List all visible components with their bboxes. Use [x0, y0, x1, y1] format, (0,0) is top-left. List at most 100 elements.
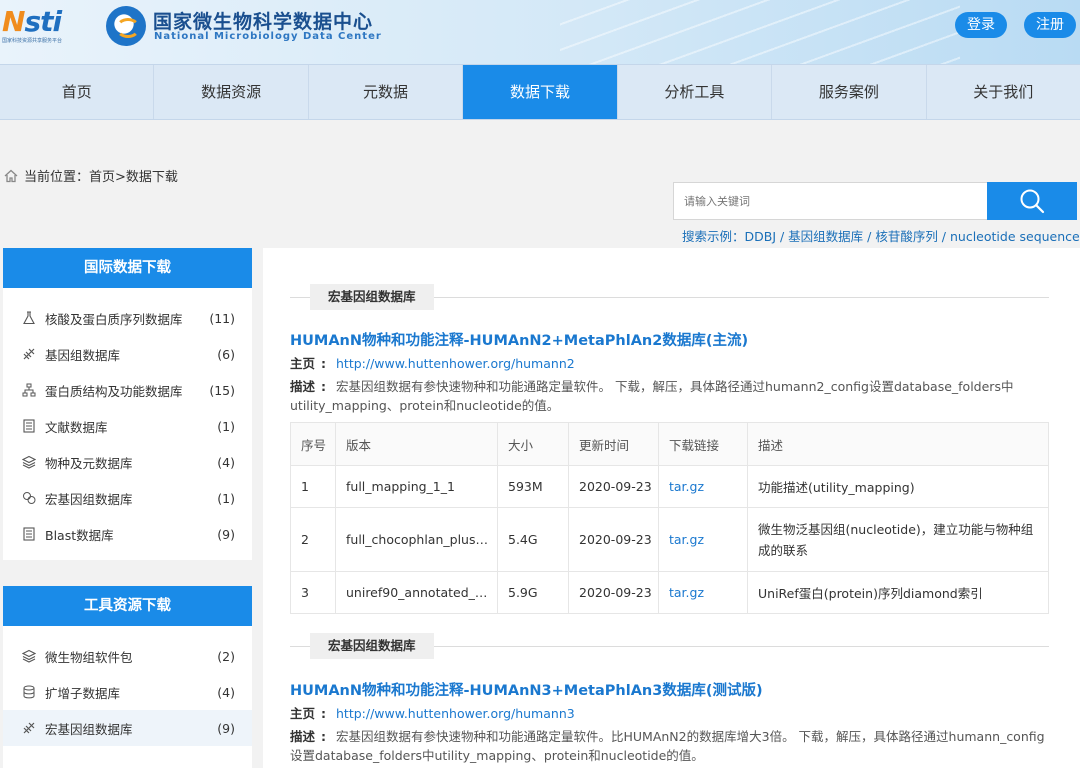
sidebar-item-blast[interactable]: Blast数据库 (9): [3, 516, 252, 552]
sidebar-item-genome[interactable]: 基因组数据库 (6): [3, 336, 252, 372]
nsti-logo-text: Nsti: [2, 5, 62, 38]
nav-item-data-resources[interactable]: 数据资源: [154, 65, 309, 119]
section-tag: 宏基因组数据库: [310, 633, 434, 659]
description-label: 描述: [290, 379, 316, 394]
sidebar-item-label: 物种及元数据库: [45, 455, 133, 471]
description-row: 描述: 宏基因组数据有参快速物种和功能通路定量软件。比HUMAnN2的数据库增大…: [290, 729, 1045, 763]
homepage-link[interactable]: http://www.huttenhower.org/humann3: [336, 706, 575, 721]
sidebar-item-label: 蛋白质结构及功能数据库: [45, 383, 183, 399]
sidebar-item-amplicon[interactable]: 扩增子数据库 (4): [3, 674, 252, 710]
search-examples[interactable]: 搜索示例：DDBJ / 基因组数据库 / 核苷酸序列 / nucleotide …: [682, 226, 1080, 245]
sidebar-item-count: (1): [217, 418, 235, 434]
intl-download-title: 国际数据下载: [3, 248, 252, 288]
sidebar-item-metagenome-tools[interactable]: 宏基因组数据库 (9): [3, 710, 252, 746]
search-input[interactable]: [673, 182, 987, 220]
intl-download-panel: 国际数据下载 核酸及蛋白质序列数据库 (11) 基因组数据库 (6) 蛋白质结构…: [3, 248, 252, 560]
register-button[interactable]: 注册: [1024, 12, 1076, 38]
cell-version: full_chocophlan_plus_rfam_v0.1.1.tar.gz: [346, 532, 494, 547]
site-name-en: National Microbiology Data Center: [154, 31, 382, 42]
search-icon: [1020, 189, 1045, 214]
login-button[interactable]: 登录: [955, 12, 1007, 38]
dna-icon: [21, 720, 37, 736]
tools-download-panel: 工具资源下载 微生物组软件包 (2) 扩增子数据库 (4) 宏基因组数据库 (9…: [3, 586, 252, 768]
cell-version: uniref90_annotated_1_1.tar.gz: [346, 585, 494, 600]
cell-size: 593M: [497, 465, 569, 508]
nav-item-data-download[interactable]: 数据下载: [463, 65, 618, 119]
breadcrumb: 当前位置：首页>数据下载: [4, 166, 178, 185]
description-label: 描述: [290, 729, 316, 744]
search-button[interactable]: [987, 182, 1077, 220]
main-content: 宏基因组数据库 HUMAnN物种和功能注释-HUMAnN2+MetaPhlAn2…: [263, 248, 1080, 768]
sidebar-item-label: 文献数据库: [45, 419, 108, 435]
cell-size: 5.4G: [497, 507, 569, 572]
col-updated: 更新时间: [568, 422, 659, 466]
table-header-row: 序号 版本 大小 更新时间 下载链接 描述: [290, 422, 1049, 466]
database-icon: [21, 684, 37, 700]
nsti-logo[interactable]: Nsti 国家科技资源共享服务平台: [2, 6, 86, 50]
sidebar-item-count: (9): [217, 526, 235, 542]
download-link[interactable]: tar.gz: [669, 532, 704, 547]
nsti-logo-subtitle: 国家科技资源共享服务平台: [2, 38, 63, 44]
col-description: 描述: [747, 422, 1049, 466]
sidebar-item-literature[interactable]: 文献数据库 (1): [3, 408, 252, 444]
download-link[interactable]: tar.gz: [669, 585, 704, 600]
col-index: 序号: [290, 422, 336, 466]
homepage-link[interactable]: http://www.huttenhower.org/humann2: [336, 356, 575, 371]
homepage-label: 主页: [290, 356, 316, 371]
dataset-title[interactable]: HUMAnN物种和功能注释-HUMAnN3+MetaPhlAn3数据库(测试版): [290, 679, 763, 700]
cell-size: 5.9G: [497, 571, 569, 614]
cell-index: 1: [290, 465, 336, 508]
cell-updated: 2020-09-23: [568, 571, 659, 614]
nav-item-service-cases[interactable]: 服务案例: [772, 65, 927, 119]
cell-updated: 2020-09-23: [568, 507, 659, 572]
sidebar-item-label: 宏基因组数据库: [45, 491, 133, 507]
structure-icon: [21, 382, 37, 398]
nmdc-logo-icon[interactable]: [106, 6, 146, 46]
sidebar-item-label: 核酸及蛋白质序列数据库: [45, 311, 183, 327]
nav-item-metadata[interactable]: 元数据: [309, 65, 464, 119]
cell-index: 3: [290, 571, 336, 614]
nav-item-home[interactable]: 首页: [0, 65, 155, 119]
layers-icon: [21, 454, 37, 470]
nav-item-analysis-tools[interactable]: 分析工具: [618, 65, 773, 119]
dataset-title[interactable]: HUMAnN物种和功能注释-HUMAnN2+MetaPhlAn2数据库(主流): [290, 329, 748, 350]
sidebar-item-nucleic-protein[interactable]: 核酸及蛋白质序列数据库 (11): [3, 300, 252, 336]
cell-description: 功能描述(utility_mapping): [747, 465, 1049, 508]
sidebar-item-label: 扩增子数据库: [45, 685, 121, 701]
sidebar-item-count: (4): [217, 684, 235, 700]
sidebar-item-label: 基因组数据库: [45, 347, 121, 363]
homepage-label: 主页: [290, 706, 316, 721]
sidebar-item-count: (1): [217, 490, 235, 506]
table-row: 1 full_mapping_1_1 593M 2020-09-23 tar.g…: [290, 465, 1049, 508]
sidebar-item-microbiome-software[interactable]: 微生物组软件包 (2): [3, 638, 252, 674]
sidebar-item-species-metadata[interactable]: 物种及元数据库 (4): [3, 444, 252, 480]
section-divider: 宏基因组数据库: [290, 284, 1049, 310]
description-text: 宏基因组数据有参快速物种和功能通路定量软件。比HUMAnN2的数据库增大3倍。 …: [290, 729, 1045, 763]
nav-item-about-us[interactable]: 关于我们: [927, 65, 1080, 119]
cells-icon: [21, 490, 37, 506]
document-icon: [21, 418, 37, 434]
section-divider: 宏基因组数据库: [290, 633, 1049, 659]
breadcrumb-text: 当前位置：首页>数据下载: [24, 170, 178, 185]
main-nav: 首页 数据资源 元数据 数据下载 分析工具 服务案例 关于我们: [0, 64, 1080, 120]
description-text: 宏基因组数据有参快速物种和功能通路定量软件。 下载，解压，具体路径通过human…: [290, 379, 1014, 413]
download-link[interactable]: tar.gz: [669, 479, 704, 494]
table-row: 2 full_chocophlan_plus_rfam_v0.1.1.tar.g…: [290, 507, 1049, 572]
sidebar-item-count: (11): [209, 310, 235, 326]
sidebar-item-count: (15): [209, 382, 235, 398]
search-bar: [673, 182, 1077, 220]
cell-description: 微生物泛基因组(nucleotide)，建立功能与物种组成的联系: [747, 507, 1049, 572]
sidebar-item-label: 微生物组软件包: [45, 649, 133, 665]
cell-version: full_mapping_1_1: [346, 479, 455, 494]
table-row: 3 uniref90_annotated_1_1.tar.gz 5.9G 202…: [290, 571, 1049, 614]
sidebar-item-label: 宏基因组数据库: [45, 721, 133, 737]
homepage-row: 主页: http://www.huttenhower.org/humann2: [290, 356, 575, 371]
home-icon: [4, 169, 18, 182]
cell-description: UniRef蛋白(protein)序列diamond索引: [747, 571, 1049, 614]
sidebar-item-metagenome[interactable]: 宏基因组数据库 (1): [3, 480, 252, 516]
section-tag: 宏基因组数据库: [310, 284, 434, 310]
site-name-cn: 国家微生物科学数据中心: [153, 11, 374, 33]
homepage-row: 主页: http://www.huttenhower.org/humann3: [290, 706, 575, 721]
sidebar-item-protein-structure[interactable]: 蛋白质结构及功能数据库 (15): [3, 372, 252, 408]
col-version: 版本: [335, 422, 498, 466]
